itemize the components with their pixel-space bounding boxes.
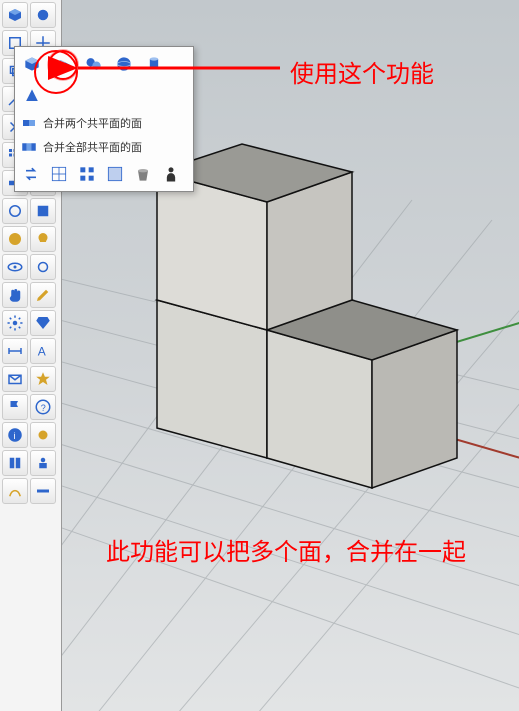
tool-pen-icon[interactable] bbox=[30, 282, 56, 308]
flyout-cube-tri-icon[interactable] bbox=[80, 50, 108, 78]
flyout-cube-icon[interactable] bbox=[18, 50, 46, 78]
tool-hand-icon[interactable] bbox=[2, 282, 28, 308]
svg-text:i: i bbox=[14, 431, 16, 441]
tool-extra3-icon[interactable] bbox=[30, 450, 56, 476]
tool-flag-icon[interactable] bbox=[2, 394, 28, 420]
tool-extra1-icon[interactable] bbox=[30, 422, 56, 448]
tool-dim-icon[interactable] bbox=[2, 338, 28, 364]
flyout-merge-all-icon[interactable] bbox=[19, 137, 39, 157]
svg-text:?: ? bbox=[41, 403, 46, 413]
tool-cube-icon[interactable] bbox=[2, 2, 28, 28]
flyout-merge-two-icon[interactable] bbox=[19, 113, 39, 133]
flyout-grid-c-icon[interactable] bbox=[102, 161, 128, 187]
tool-gem-icon[interactable] bbox=[30, 310, 56, 336]
flyout-tooltip-2: 合并全部共平面的面 bbox=[43, 139, 142, 155]
tool-rot-icon[interactable] bbox=[30, 254, 56, 280]
flyout-person-icon[interactable] bbox=[158, 161, 184, 187]
tool-info-icon[interactable]: i bbox=[2, 422, 28, 448]
tool-extra4-icon[interactable] bbox=[2, 478, 28, 504]
tool-lamp-icon[interactable] bbox=[30, 226, 56, 252]
flyout-double-cube-icon[interactable] bbox=[48, 50, 78, 80]
tool-gear-icon[interactable] bbox=[2, 310, 28, 336]
flyout-sphere-icon[interactable] bbox=[110, 50, 138, 78]
flyout-grid-b-icon[interactable] bbox=[74, 161, 100, 187]
tool-env-icon[interactable] bbox=[2, 366, 28, 392]
tool-circle-icon[interactable] bbox=[2, 198, 28, 224]
tool-cube2-icon[interactable] bbox=[30, 2, 56, 28]
tool-sq-icon[interactable] bbox=[30, 198, 56, 224]
flyout-tooltip-1: 合并两个共平面的面 bbox=[43, 115, 142, 131]
flyout-grid-a-icon[interactable] bbox=[46, 161, 72, 187]
flyout-tooltip-row-1: 合并两个共平面的面 bbox=[15, 111, 193, 135]
flyout-icon-row-3 bbox=[15, 159, 193, 191]
tool-star-icon[interactable] bbox=[30, 366, 56, 392]
svg-text:A: A bbox=[38, 345, 46, 359]
flyout-bucket-icon[interactable] bbox=[130, 161, 156, 187]
toolbar-flyout: 合并两个共平面的面 合并全部共平面的面 bbox=[14, 46, 194, 192]
flyout-tooltip-row-2: 合并全部共平面的面 bbox=[15, 135, 193, 159]
tool-help-icon[interactable]: ? bbox=[30, 394, 56, 420]
tool-color-icon[interactable] bbox=[2, 226, 28, 252]
flyout-cone-icon[interactable] bbox=[18, 82, 46, 110]
flyout-icon-row-1 bbox=[15, 47, 193, 111]
tool-text-icon[interactable]: A bbox=[30, 338, 56, 364]
flyout-cylinder-icon[interactable] bbox=[140, 50, 168, 78]
tool-extra2-icon[interactable] bbox=[2, 450, 28, 476]
flyout-repeat-icon[interactable] bbox=[18, 161, 44, 187]
tool-extra5-icon[interactable] bbox=[30, 478, 56, 504]
tool-view-icon[interactable] bbox=[2, 254, 28, 280]
